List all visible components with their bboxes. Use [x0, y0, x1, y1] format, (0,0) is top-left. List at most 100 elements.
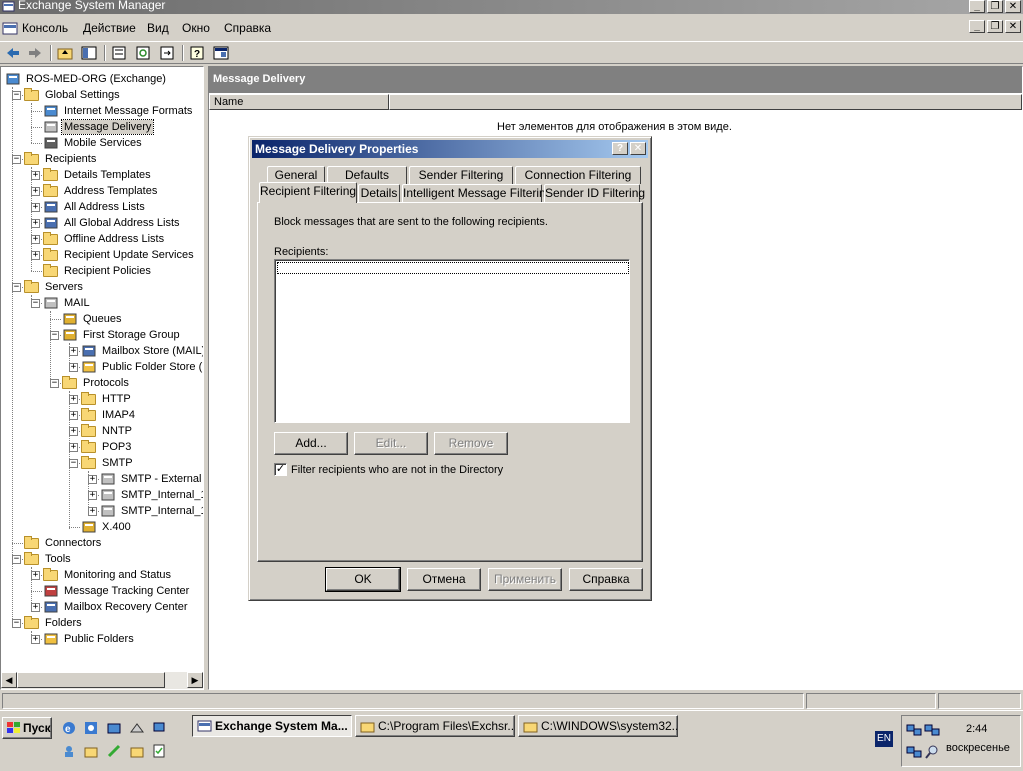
expand-icon[interactable]: +: [31, 235, 40, 244]
expand-icon[interactable]: +: [31, 203, 40, 212]
expand-icon[interactable]: +: [69, 443, 78, 452]
dialog-help-icon[interactable]: ?: [612, 142, 628, 155]
expand-icon[interactable]: +: [31, 187, 40, 196]
clock-time[interactable]: 2:44: [966, 723, 987, 735]
task-windows-system32-explorer[interactable]: C:\WINDOWS\system32...: [518, 715, 678, 737]
users-icon[interactable]: [61, 743, 77, 759]
checklist-icon[interactable]: [151, 743, 167, 759]
child-restore-icon[interactable]: ❐: [987, 20, 1003, 33]
apply-button[interactable]: Применить: [488, 568, 562, 591]
export-list-icon[interactable]: [158, 45, 176, 61]
collapse-icon[interactable]: −: [12, 283, 21, 292]
child-minimize-icon[interactable]: _: [969, 20, 985, 33]
cancel-button[interactable]: Отмена: [407, 568, 481, 591]
network-connection-icon[interactable]: [924, 722, 940, 738]
menu-console[interactable]: Консоль: [22, 21, 68, 35]
add-button[interactable]: Add...: [274, 432, 348, 455]
tab-recipient-filtering[interactable]: Recipient Filtering: [259, 182, 357, 203]
task-exchange-system-manager[interactable]: Exchange System Ma...: [192, 715, 352, 737]
folder-icon: [24, 616, 40, 630]
tools-icon[interactable]: [106, 743, 122, 759]
expand-icon[interactable]: +: [31, 635, 40, 644]
menu-view[interactable]: Вид: [147, 21, 169, 35]
expand-icon[interactable]: +: [88, 475, 97, 484]
close-icon[interactable]: ✕: [1005, 0, 1021, 13]
help-button[interactable]: Справка: [569, 568, 643, 591]
virtual-server-icon: [100, 488, 116, 502]
tab-intelligent-message-filtering[interactable]: Intelligent Message Filtering: [402, 184, 552, 202]
folder-icon[interactable]: [129, 743, 145, 759]
expand-icon[interactable]: +: [31, 219, 40, 228]
scroll-right-icon[interactable]: ▶: [187, 672, 203, 688]
window-title-bar[interactable]: Exchange System Manager _ ❐ ✕: [0, 0, 1023, 14]
expand-icon[interactable]: +: [88, 507, 97, 516]
collapse-icon[interactable]: −: [12, 155, 21, 164]
tree-horizontal-scrollbar[interactable]: ◀ ▶: [1, 672, 203, 689]
column-name[interactable]: Name: [209, 94, 389, 110]
folder-icon[interactable]: [83, 743, 99, 759]
scroll-left-icon[interactable]: ◀: [1, 672, 17, 688]
menu-action[interactable]: Действие: [83, 21, 136, 35]
collapse-icon[interactable]: −: [69, 459, 78, 468]
mmc-icon[interactable]: [212, 45, 230, 61]
network-icon[interactable]: [151, 720, 167, 736]
collapse-icon[interactable]: −: [31, 299, 40, 308]
menu-window[interactable]: Окно: [182, 21, 210, 35]
network-connection-icon[interactable]: [906, 744, 922, 760]
address-book-icon: [43, 216, 59, 230]
collapse-icon[interactable]: −: [12, 555, 21, 564]
dialog-title-bar[interactable]: Message Delivery Properties ? ✕: [252, 140, 648, 158]
filter-recipients-checkbox[interactable]: ✓: [274, 463, 287, 476]
show-desktop-icon[interactable]: [106, 720, 122, 736]
internet-explorer-icon[interactable]: e: [61, 720, 77, 736]
expand-icon[interactable]: +: [88, 491, 97, 500]
menu-help[interactable]: Справка: [224, 21, 271, 35]
expand-icon[interactable]: +: [69, 395, 78, 404]
column-filler[interactable]: [389, 94, 1022, 110]
help-icon[interactable]: ?: [188, 45, 206, 61]
language-indicator[interactable]: EN: [875, 731, 893, 747]
collapse-icon[interactable]: −: [12, 91, 21, 100]
network-connection-icon[interactable]: [906, 722, 922, 738]
forward-arrow-icon[interactable]: [26, 45, 44, 61]
refresh-icon[interactable]: [134, 45, 152, 61]
properties-icon[interactable]: [110, 45, 128, 61]
expand-icon[interactable]: +: [69, 347, 78, 356]
start-button[interactable]: Пуск: [2, 717, 52, 739]
tab-sender-filtering[interactable]: Sender Filtering: [409, 166, 513, 184]
task-program-files-explorer[interactable]: C:\Program Files\Exchsr...: [355, 715, 515, 737]
expand-icon[interactable]: +: [31, 171, 40, 180]
child-close-icon[interactable]: ✕: [1005, 20, 1021, 33]
folder-icon: [24, 536, 40, 550]
console-icon[interactable]: [2, 21, 18, 37]
command-icon[interactable]: [129, 720, 145, 736]
minimize-icon[interactable]: _: [969, 0, 985, 13]
collapse-icon[interactable]: −: [50, 331, 59, 340]
dialog-close-icon[interactable]: ✕: [630, 142, 646, 155]
edit-button[interactable]: Edit...: [354, 432, 428, 455]
expand-icon[interactable]: +: [31, 251, 40, 260]
expand-icon[interactable]: +: [69, 363, 78, 372]
outlook-icon[interactable]: [83, 720, 99, 736]
up-folder-icon[interactable]: [56, 45, 74, 61]
search-icon[interactable]: [924, 744, 940, 760]
expand-icon[interactable]: +: [69, 427, 78, 436]
console-tree[interactable]: ROS-MED-ORG (Exchange) − Global Settings In…: [0, 66, 204, 690]
restore-icon[interactable]: ❐: [987, 0, 1003, 13]
expand-icon[interactable]: +: [31, 603, 40, 612]
remove-button[interactable]: Remove: [434, 432, 508, 455]
tab-connection-filtering[interactable]: Connection Filtering: [515, 166, 641, 184]
tab-details[interactable]: Details: [358, 184, 400, 202]
scroll-thumb[interactable]: [17, 672, 165, 688]
expand-icon[interactable]: +: [31, 571, 40, 580]
back-arrow-icon[interactable]: [4, 45, 22, 61]
collapse-icon[interactable]: −: [50, 379, 59, 388]
collapse-icon[interactable]: −: [12, 619, 21, 628]
globe-icon: [43, 104, 59, 118]
show-hide-tree-icon[interactable]: [80, 45, 98, 61]
ok-button[interactable]: OK: [325, 567, 401, 592]
recipients-list[interactable]: [274, 259, 630, 423]
tab-sender-id-filtering[interactable]: Sender ID Filtering: [544, 184, 645, 202]
expand-icon[interactable]: +: [69, 411, 78, 420]
filter-recipients-label[interactable]: Filter recipients who are not in the Dir…: [291, 464, 503, 476]
